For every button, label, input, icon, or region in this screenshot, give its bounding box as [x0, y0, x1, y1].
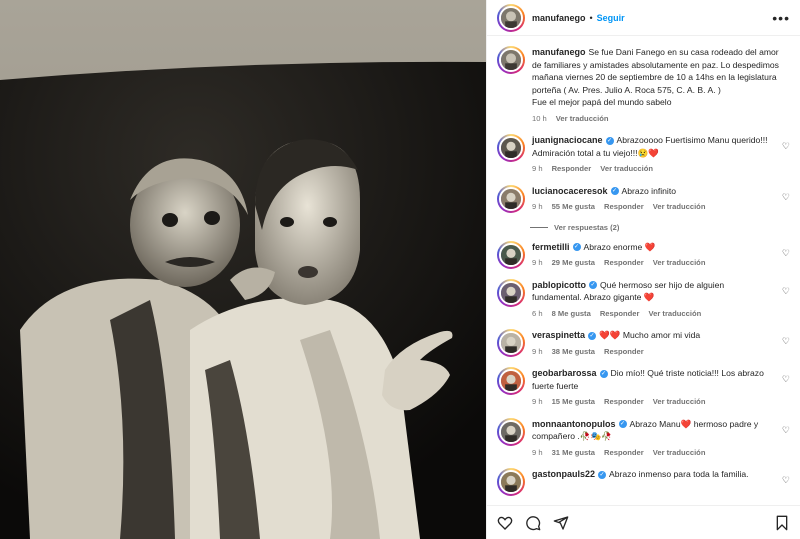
translate-button[interactable]: Ver traducción — [653, 396, 706, 409]
like-comment-heart-icon[interactable]: ♡ — [782, 248, 790, 259]
verified-badge-icon: ✓ — [588, 331, 597, 340]
comment-time[interactable]: 9 h — [532, 201, 543, 214]
like-comment-heart-icon[interactable]: ♡ — [782, 192, 790, 203]
view-replies-button[interactable]: Ver respuestas (2) — [530, 223, 790, 232]
like-comment-heart-icon[interactable]: ♡ — [782, 286, 790, 297]
reply-button[interactable]: Responder — [604, 257, 644, 270]
comment-likes[interactable]: 31 Me gusta — [552, 447, 595, 460]
commenter-username[interactable]: gastonpauls22 — [532, 469, 595, 479]
comment-time[interactable]: 9 h — [532, 257, 543, 270]
commenter-username[interactable]: geobarbarossa — [532, 368, 597, 378]
follow-button[interactable]: Seguir — [597, 13, 625, 23]
verified-badge-icon: ✓ — [599, 369, 608, 378]
commenter-username[interactable]: juanignaciocane — [532, 135, 603, 145]
like-comment-heart-icon[interactable]: ♡ — [782, 425, 790, 436]
caption-username[interactable]: manufanego — [532, 47, 586, 57]
post-photo[interactable] — [0, 0, 486, 539]
reply-button[interactable]: Responder — [604, 447, 644, 460]
post-sidebar: manufanego • Seguir ••• manufanego Se fue… — [486, 0, 800, 539]
commenter-avatar[interactable] — [497, 367, 525, 395]
comment-item: pablopicotto ✓ Qué hermoso ser hijo de alg… — [497, 278, 790, 321]
comment-text: Abrazo inmenso para toda la familia. — [609, 469, 749, 479]
commenter-username[interactable]: pablopicotto — [532, 280, 586, 290]
author-avatar[interactable] — [497, 3, 525, 32]
like-comment-heart-icon[interactable]: ♡ — [782, 374, 790, 385]
verified-badge-icon: ✓ — [610, 187, 619, 196]
comment-likes[interactable]: 29 Me gusta — [552, 257, 595, 270]
translate-button[interactable]: Ver traducción — [600, 163, 653, 176]
commenter-username[interactable]: veraspinetta — [532, 330, 585, 340]
reply-button[interactable]: Responder — [604, 346, 644, 359]
action-bar — [487, 505, 800, 539]
comment-text: ❤️❤️ Mucho amor mi vida — [599, 330, 701, 340]
comment-text: Abrazo infinito — [621, 185, 677, 196]
comment-time[interactable]: 9 h — [532, 396, 543, 409]
post-caption: manufanego Se fue Dani Fanego en su casa … — [497, 46, 790, 125]
comment-likes[interactable]: 55 Me gusta — [552, 201, 595, 214]
caption-translate[interactable]: Ver traducción — [556, 113, 609, 126]
heart-outline-icon[interactable] — [497, 515, 513, 531]
translate-button[interactable]: Ver traducción — [653, 201, 706, 214]
comment-icon[interactable] — [525, 515, 541, 531]
comment-likes[interactable]: 8 Me gusta — [552, 308, 591, 321]
commenter-username[interactable]: fermetilli — [532, 242, 570, 252]
translate-button[interactable]: Ver traducción — [653, 447, 706, 460]
commenter-avatar[interactable] — [497, 329, 525, 357]
comment-time[interactable]: 9 h — [532, 447, 543, 460]
comment-time[interactable]: 6 h — [532, 308, 543, 321]
verified-badge-icon: ✓ — [605, 136, 614, 145]
comment-item: juanignaciocane ✓ Abrazooooo Fuertisimo Ma… — [497, 134, 790, 176]
verified-badge-icon: ✓ — [598, 470, 607, 479]
caption-time[interactable]: 10 h — [532, 113, 547, 126]
verified-badge-icon: ✓ — [572, 243, 581, 252]
post-header: manufanego • Seguir ••• — [487, 0, 800, 36]
verified-badge-icon: ✓ — [618, 420, 627, 429]
like-comment-heart-icon[interactable]: ♡ — [782, 141, 790, 152]
commenter-avatar[interactable] — [497, 468, 525, 496]
commenter-avatar[interactable] — [497, 184, 525, 213]
reply-button[interactable]: Responder — [604, 396, 644, 409]
comment-item: gastonpauls22 ✓ Abrazo inmenso para toda l… — [497, 468, 790, 496]
commenter-avatar[interactable] — [497, 134, 525, 162]
comment-item: monnaantonopulos ✓ Abrazo Manu❤️ hermoso p… — [497, 417, 790, 460]
translate-button[interactable]: Ver traducción — [653, 257, 706, 270]
like-comment-heart-icon[interactable]: ♡ — [782, 336, 790, 347]
commenter-avatar[interactable] — [497, 278, 525, 307]
caption-text-2: Fue el mejor papá del mundo sabelo — [532, 97, 672, 107]
comment-item: lucianocaceresok ✓ Abrazo infinito 9 h 55 Me… — [497, 184, 790, 214]
commenter-username[interactable]: lucianocaceresok — [532, 186, 608, 196]
more-options-icon[interactable]: ••• — [772, 11, 790, 25]
comment-item: geobarbarossa ✓ Dio mío!! Qué triste notic… — [497, 367, 790, 409]
share-icon[interactable] — [553, 515, 569, 531]
comment-text: Abrazo enorme ❤️ — [583, 241, 656, 252]
separator-dot: • — [589, 12, 593, 23]
reply-button[interactable]: Responder — [604, 201, 644, 214]
commenter-avatar[interactable] — [497, 240, 525, 269]
reply-button[interactable]: Responder — [552, 163, 592, 176]
comment-item: fermetilli ✓ Abrazo enorme ❤️ 9 h 29 Me gust… — [497, 240, 790, 270]
comment-time[interactable]: 9 h — [532, 163, 543, 176]
comment-item: veraspinetta ✓ ❤️❤️ Mucho amor mi vida 9 h 3… — [497, 329, 790, 358]
comment-likes[interactable]: 38 Me gusta — [552, 346, 595, 359]
verified-badge-icon: ✓ — [589, 281, 597, 290]
comment-likes[interactable]: 15 Me gusta — [552, 396, 595, 409]
like-comment-heart-icon[interactable]: ♡ — [782, 475, 790, 486]
comment-time[interactable]: 9 h — [532, 346, 543, 359]
commenter-username[interactable]: monnaantonopulos — [532, 419, 616, 429]
comments-list[interactable]: manufanego Se fue Dani Fanego en su casa … — [487, 37, 800, 505]
commenter-avatar[interactable] — [497, 417, 525, 446]
photo-image — [0, 0, 486, 539]
author-username[interactable]: manufanego — [532, 13, 586, 23]
caption-avatar[interactable] — [497, 46, 525, 74]
reply-button[interactable]: Responder — [600, 308, 640, 321]
bookmark-icon[interactable] — [774, 515, 790, 531]
translate-button[interactable]: Ver traducción — [648, 308, 701, 321]
